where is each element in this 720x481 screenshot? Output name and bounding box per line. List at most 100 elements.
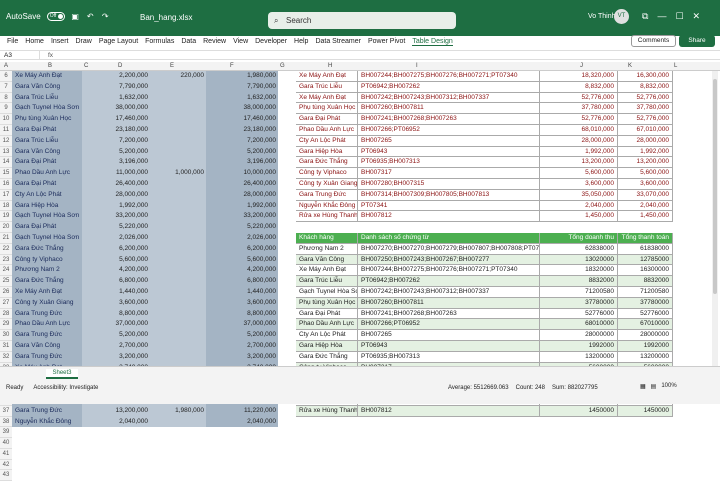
row-header[interactable]: 8	[0, 92, 12, 104]
row-header[interactable]: 6	[0, 71, 12, 82]
tab-home[interactable]: Home	[25, 38, 44, 45]
cell[interactable]: 26,400,000	[206, 178, 278, 190]
cell[interactable]: Gara Đại Phát	[12, 222, 82, 233]
cell[interactable]: 3,196,000	[206, 157, 278, 169]
cell[interactable]: 8,800,000	[206, 308, 278, 320]
cell[interactable]: 67010000	[618, 319, 673, 331]
cell[interactable]: 52,776,000	[618, 92, 673, 104]
cell[interactable]: 13200000	[540, 351, 618, 363]
cell[interactable]: Rửa xe Hùng Thanh	[296, 405, 358, 417]
cell[interactable]: 3,600,000	[206, 297, 278, 309]
cell[interactable]	[150, 416, 206, 428]
cell[interactable]: 28000000	[540, 330, 618, 341]
cell[interactable]: 2,700,000	[206, 340, 278, 352]
cell[interactable]: Gara Văn Công	[12, 81, 82, 93]
row-header[interactable]: 39	[0, 427, 12, 439]
cell[interactable]: 3,196,000	[82, 157, 150, 169]
cell[interactable]: Gara Hiệp Hòa	[296, 340, 358, 352]
comments-button[interactable]: Comments	[631, 35, 676, 47]
row-header[interactable]: 42	[0, 459, 12, 471]
cell[interactable]: 3,600,000	[618, 178, 673, 190]
cell[interactable]: Phụ tùng Xuân Học	[296, 297, 358, 309]
cell[interactable]	[150, 232, 206, 244]
cell[interactable]: Gara Đại Phát	[296, 308, 358, 320]
row-header[interactable]: 37	[0, 405, 12, 417]
column-header-j[interactable]: J	[580, 63, 583, 69]
cell[interactable]: 220,000	[150, 71, 206, 82]
cell[interactable]: 62838000	[540, 243, 618, 255]
cell[interactable]: PT06942;BH007262	[358, 276, 540, 287]
cell[interactable]: Gara Hiệp Hòa	[12, 200, 82, 212]
tab-view[interactable]: View	[233, 38, 248, 45]
normal-view-icon[interactable]: ▦	[640, 383, 646, 390]
cell[interactable]: 67,010,000	[618, 124, 673, 136]
cell[interactable]: Phao Dầu Anh Lực	[12, 168, 82, 179]
cell[interactable]: BH007242;BH007243;BH007312;BH007337	[358, 286, 540, 298]
cell[interactable]: 37,780,000	[618, 103, 673, 115]
cell[interactable]: 16,300,000	[618, 71, 673, 82]
save-icon[interactable]: ▣	[71, 12, 80, 21]
cell[interactable]: 2,040,000	[206, 416, 278, 428]
cell[interactable]: 52776000	[540, 308, 618, 320]
sheet-tab[interactable]: Sheet3	[46, 369, 78, 379]
cell[interactable]: Gạch Tuynel Hòa Sơn	[12, 211, 82, 223]
cell[interactable]: Gara Trúc Liễu	[296, 81, 358, 93]
cell[interactable]: 61838000	[618, 243, 673, 255]
tab-table-design[interactable]: Table Design	[412, 38, 453, 46]
row-header[interactable]: 17	[0, 189, 12, 201]
cell[interactable]: Gara Trung Đức	[12, 405, 82, 417]
cell[interactable]	[150, 308, 206, 320]
column-header-g[interactable]: G	[280, 63, 285, 69]
cell[interactable]: 17,460,000	[206, 114, 278, 125]
cell[interactable]: Gara Trung Đức	[296, 189, 358, 201]
cell[interactable]: 1,980,000	[150, 405, 206, 417]
row-header[interactable]: 20	[0, 222, 12, 233]
cell[interactable]	[150, 265, 206, 277]
cell[interactable]: BH007812	[358, 405, 540, 417]
cell[interactable]: 23,180,000	[82, 124, 150, 136]
cell[interactable]: Gara Đại Phát	[12, 124, 82, 136]
cell[interactable]: 6,800,000	[206, 276, 278, 287]
cell[interactable]: Gara Trúc Liễu	[296, 276, 358, 287]
cell[interactable]: 1450000	[618, 405, 673, 417]
cell[interactable]: Gara Trúc Liễu	[12, 92, 82, 104]
row-header[interactable]: 29	[0, 319, 12, 331]
cell[interactable]: 38,000,000	[206, 103, 278, 115]
cell[interactable]: 5,600,000	[540, 168, 618, 179]
cell[interactable]: 2,026,000	[206, 232, 278, 244]
cell[interactable]	[150, 200, 206, 212]
cell[interactable]: 8,800,000	[82, 308, 150, 320]
row-header[interactable]: 26	[0, 286, 12, 298]
fx-label[interactable]: fx	[40, 52, 53, 59]
cell[interactable]: Khách hàng	[296, 232, 358, 244]
cell[interactable]: 1450000	[540, 405, 618, 417]
cell[interactable]: BH007260;BH007811	[358, 103, 540, 115]
cell[interactable]: Gara Đại Phát	[296, 114, 358, 125]
cell[interactable]: 1,450,000	[618, 211, 673, 223]
tab-data[interactable]: Data	[181, 38, 196, 45]
cell[interactable]: PT06943	[358, 146, 540, 158]
cell[interactable]: 3,200,000	[206, 351, 278, 363]
cell[interactable]: BH007314;BH007309;BH007805;BH007813	[358, 189, 540, 201]
cell[interactable]: 1992000	[540, 340, 618, 352]
tab-power-pivot[interactable]: Power Pivot	[368, 38, 405, 45]
cell[interactable]: 16300000	[618, 265, 673, 277]
cell[interactable]	[150, 222, 206, 233]
cell[interactable]: 71200580	[540, 286, 618, 298]
cell[interactable]: 1,992,000	[540, 146, 618, 158]
cell[interactable]	[150, 276, 206, 287]
cell[interactable]	[150, 157, 206, 169]
row-header[interactable]: 9	[0, 103, 12, 115]
cell[interactable]: Phụ tùng Xuân Học	[296, 103, 358, 115]
cell[interactable]: 28,000,000	[540, 135, 618, 147]
cell[interactable]: 8,832,000	[540, 81, 618, 93]
cell[interactable]: BH007265	[358, 135, 540, 147]
cell[interactable]: 38,000,000	[82, 103, 150, 115]
cell[interactable]: BH007270;BH007270;BH007279;BH007807;BH00…	[358, 243, 540, 255]
column-header-c[interactable]: C	[84, 63, 88, 69]
row-header[interactable]: 15	[0, 168, 12, 179]
cell[interactable]: 28,000,000	[82, 189, 150, 201]
cell[interactable]: Gara Trung Đức	[12, 308, 82, 320]
cell[interactable]: 13200000	[618, 351, 673, 363]
cell[interactable]: 3,600,000	[540, 178, 618, 190]
